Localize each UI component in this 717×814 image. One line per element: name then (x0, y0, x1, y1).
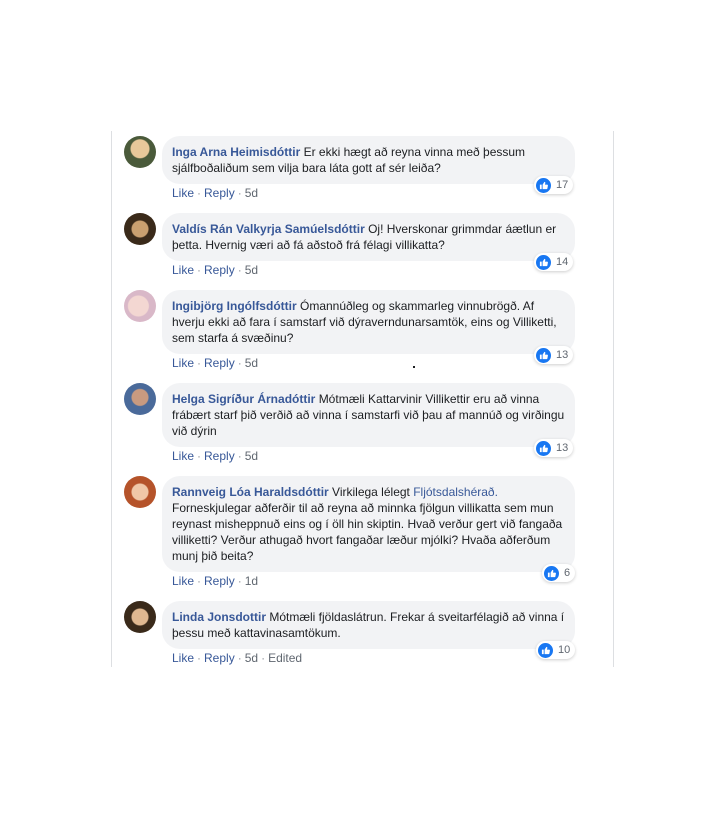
reaction-badge[interactable]: 14 (534, 253, 574, 271)
comment-author[interactable]: Linda Jonsdottir (172, 610, 266, 624)
avatar[interactable] (124, 213, 156, 245)
reaction-badge[interactable]: 6 (542, 564, 576, 582)
comment-actions: Like · Reply · 5d (172, 186, 259, 200)
reaction-badge[interactable]: 10 (536, 641, 576, 659)
avatar[interactable] (124, 601, 156, 633)
comment-actions: Like · Reply · 5d · Edited (172, 651, 303, 665)
comment-item: Inga Arna Heimisdóttir Er ekki hægt að r… (124, 136, 584, 206)
reply-link[interactable]: Reply (204, 651, 235, 665)
reaction-badge[interactable]: 13 (534, 346, 574, 364)
reaction-count: 13 (556, 442, 569, 454)
comment-item: Helga Sigríður Árnadóttir Mótmæli Kattar… (124, 383, 584, 469)
comment-author[interactable]: Inga Arna Heimisdóttir (172, 145, 300, 159)
reaction-count: 14 (556, 256, 569, 268)
reply-link[interactable]: Reply (204, 186, 235, 200)
comment-time[interactable]: 5d (245, 449, 258, 463)
comment-item: Ingibjörg Ingólfsdóttir Ómannúðleg og sk… (124, 290, 584, 376)
thumbs-up-icon (536, 440, 551, 456)
reaction-count: 17 (556, 179, 569, 191)
avatar[interactable] (124, 476, 156, 508)
comment-item: Valdís Rán Valkyrja Samúelsdóttir Oj! Hv… (124, 213, 584, 283)
comment-text: Virkilega lélegt (332, 485, 410, 499)
comment-author[interactable]: Ingibjörg Ingólfsdóttir (172, 299, 297, 313)
comment-actions: Like · Reply · 5d (172, 263, 259, 277)
comment-author[interactable]: Rannveig Lóa Haraldsdóttir (172, 485, 329, 499)
thumbs-up-icon (536, 347, 551, 363)
reply-link[interactable]: Reply (204, 356, 235, 370)
comment-bubble: Inga Arna Heimisdóttir Er ekki hægt að r… (162, 136, 575, 184)
reaction-badge[interactable]: 17 (534, 176, 574, 194)
comment-time[interactable]: 5d (245, 651, 258, 665)
comment-bubble: Valdís Rán Valkyrja Samúelsdóttir Oj! Hv… (162, 213, 575, 261)
thumbs-up-icon (536, 254, 551, 270)
comment-text: Forneskjulegar aðferðir til að reyna að … (172, 501, 563, 563)
reply-link[interactable]: Reply (204, 574, 235, 588)
like-link[interactable]: Like (172, 263, 194, 277)
comment-item: Rannveig Lóa Haraldsdóttir Virkilega lél… (124, 476, 584, 590)
comment-author[interactable]: Helga Sigríður Árnadóttir (172, 392, 315, 406)
thumbs-up-icon (538, 642, 553, 658)
avatar[interactable] (124, 290, 156, 322)
reaction-badge[interactable]: 13 (534, 439, 574, 457)
mention-link[interactable]: Fljótsdalshérað. (413, 485, 498, 499)
reply-link[interactable]: Reply (204, 263, 235, 277)
comment-actions: Like · Reply · 5d (172, 356, 259, 370)
comment-actions: Like · Reply · 5d (172, 449, 259, 463)
comment-bubble: Rannveig Lóa Haraldsdóttir Virkilega lél… (162, 476, 575, 572)
stray-dot (413, 366, 415, 368)
reaction-count: 10 (558, 644, 571, 656)
like-link[interactable]: Like (172, 449, 194, 463)
reaction-count: 6 (564, 567, 571, 579)
comment-time[interactable]: 5d (245, 186, 258, 200)
reply-link[interactable]: Reply (204, 449, 235, 463)
comment-time[interactable]: 5d (245, 356, 258, 370)
like-link[interactable]: Like (172, 574, 194, 588)
like-link[interactable]: Like (172, 651, 194, 665)
comment-bubble: Ingibjörg Ingólfsdóttir Ómannúðleg og sk… (162, 290, 575, 354)
comment-actions: Like · Reply · 1d (172, 574, 259, 588)
comment-time[interactable]: 5d (245, 263, 258, 277)
comment-item: Linda Jonsdottir Mótmæli fjöldaslátrun. … (124, 601, 584, 671)
thumbs-up-icon (536, 177, 551, 193)
comment-bubble: Helga Sigríður Árnadóttir Mótmæli Kattar… (162, 383, 575, 447)
avatar[interactable] (124, 136, 156, 168)
comment-author[interactable]: Valdís Rán Valkyrja Samúelsdóttir (172, 222, 365, 236)
edited-label[interactable]: Edited (268, 651, 302, 665)
reaction-count: 13 (556, 349, 569, 361)
like-link[interactable]: Like (172, 186, 194, 200)
comment-bubble: Linda Jonsdottir Mótmæli fjöldaslátrun. … (162, 601, 575, 649)
like-link[interactable]: Like (172, 356, 194, 370)
thumbs-up-icon (544, 565, 559, 581)
avatar[interactable] (124, 383, 156, 415)
comment-time[interactable]: 1d (245, 574, 258, 588)
